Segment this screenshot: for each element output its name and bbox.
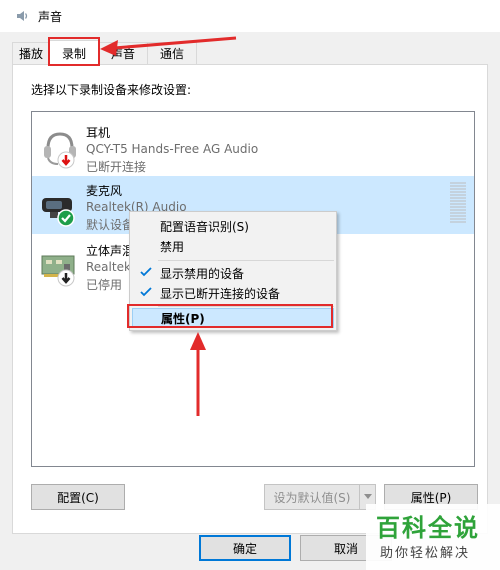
tab-communications[interactable]: 通信 [147, 42, 197, 64]
headset-icon [44, 132, 76, 169]
menu-item-label: 显示已断开连接的设备 [160, 286, 281, 301]
recording-tab-annotation-box [48, 37, 100, 66]
menu-separator [158, 260, 334, 261]
speaker-app-icon [17, 11, 28, 21]
chevron-down-icon [363, 494, 372, 499]
tab-playback[interactable]: 播放 [12, 42, 50, 64]
device-status: 默认设备 [86, 218, 135, 232]
properties-annotation-box [127, 304, 333, 328]
device-item-headset[interactable]: 耳机 QCY-T5 Hands-Free AG Audio 已断开连接 [32, 118, 474, 176]
tab-sounds[interactable]: 声音 [98, 42, 148, 64]
menu-item-disable[interactable]: 禁用 [132, 236, 334, 256]
ok-button[interactable]: 确定 [199, 535, 291, 561]
menu-item-configure-speech[interactable]: 配置语音识别(S) [132, 216, 334, 236]
device-name: 麦克风 [86, 184, 123, 198]
checkmark-icon [140, 287, 152, 297]
menu-item-label: 配置语音识别(S) [160, 219, 249, 234]
device-status: 已断开连接 [86, 160, 147, 174]
title-bar: 声音 [0, 0, 500, 32]
menu-item-show-disconnected[interactable]: 显示已断开连接的设备 [132, 283, 334, 303]
device-description: Realtek [86, 260, 131, 274]
watermark-subtitle: 助你轻松解决 [380, 546, 471, 561]
menu-item-label: 显示禁用的设备 [160, 266, 245, 281]
device-name: 耳机 [86, 126, 111, 140]
watermark-title: 百科全说 [376, 514, 480, 542]
configure-button[interactable]: 配置(C) [31, 484, 125, 510]
microphone-icon [42, 198, 75, 227]
input-level-meter [450, 182, 466, 226]
window-title: 声音 [38, 9, 63, 24]
sound-card-icon [41, 255, 75, 287]
watermark-logo: 百科全说 助你轻松解决 [366, 504, 500, 570]
device-status: 已停用 [86, 278, 123, 292]
device-description: QCY-T5 Hands-Free AG Audio [86, 142, 259, 156]
device-name: 立体声混 [86, 244, 135, 258]
instruction-text: 选择以下录制设备来修改设置: [31, 83, 192, 97]
set-default-button[interactable]: 设为默认值(S) [264, 484, 360, 510]
checkmark-icon [140, 267, 152, 277]
menu-item-label: 禁用 [160, 239, 185, 254]
menu-item-show-disabled[interactable]: 显示禁用的设备 [132, 263, 334, 283]
